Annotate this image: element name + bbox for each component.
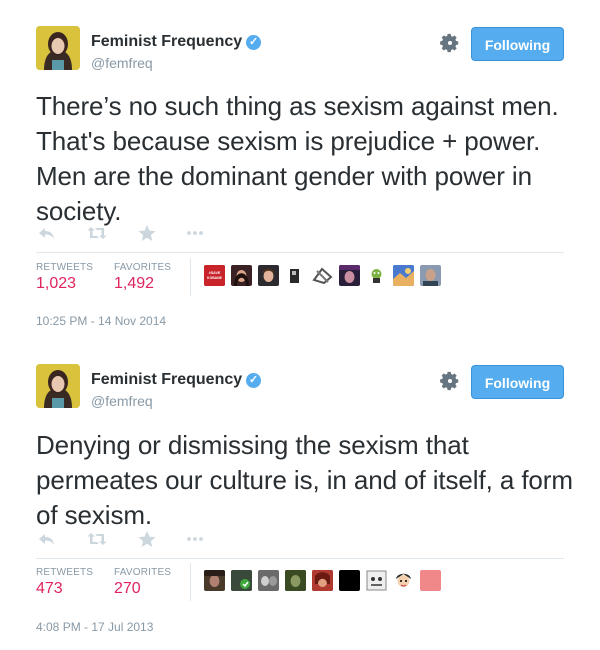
stats-separator xyxy=(190,258,191,296)
favorites-count[interactable]: 270 xyxy=(114,580,141,598)
avatar[interactable] xyxy=(36,26,80,70)
save-kobane-text-1: #SAVE xyxy=(209,271,221,275)
favoriter-avatar[interactable] xyxy=(420,570,441,591)
favoriter-avatar[interactable] xyxy=(285,570,306,591)
favorites-label: FAVORITES xyxy=(114,567,172,578)
favoriter-avatar[interactable] xyxy=(258,570,279,591)
verified-badge-icon: ✓ xyxy=(246,373,262,388)
favoriter-avatar[interactable]: #SAVE KOBANE xyxy=(204,265,225,286)
username[interactable]: @femfreq xyxy=(91,393,153,409)
display-name-text[interactable]: Feminist Frequency xyxy=(91,33,242,50)
favoriter-avatar[interactable] xyxy=(366,265,387,286)
timestamp[interactable]: 4:08 PM - 17 Jul 2013 xyxy=(36,620,153,634)
favoriter-avatar[interactable] xyxy=(339,570,360,591)
following-button[interactable]: Following xyxy=(471,365,564,399)
username[interactable]: @femfreq xyxy=(91,55,153,71)
display-name[interactable]: Feminist Frequency ✓ xyxy=(91,371,262,389)
retweets-label: RETWEETS xyxy=(36,262,94,273)
favoriter-avatar[interactable] xyxy=(312,265,333,286)
star-icon[interactable] xyxy=(136,223,158,243)
favoriter-avatar[interactable] xyxy=(231,570,252,591)
favoriter-avatar[interactable] xyxy=(393,570,414,591)
timestamp[interactable]: 10:25 PM - 14 Nov 2014 xyxy=(36,314,166,328)
favoriter-avatar[interactable] xyxy=(258,265,279,286)
favoriter-avatar[interactable] xyxy=(285,265,306,286)
verified-badge-icon: ✓ xyxy=(246,35,262,50)
favoriter-avatar[interactable] xyxy=(312,570,333,591)
gear-icon[interactable] xyxy=(439,370,461,392)
display-name-text[interactable]: Feminist Frequency xyxy=(91,371,242,388)
save-kobane-badge: #SAVE KOBANE xyxy=(204,265,225,286)
reply-icon[interactable] xyxy=(36,529,58,549)
retweet-icon[interactable] xyxy=(86,223,108,243)
retweets-count[interactable]: 473 xyxy=(36,580,63,598)
tweet-text: Denying or dismissing the sexism that pe… xyxy=(36,430,573,530)
display-name[interactable]: Feminist Frequency ✓ xyxy=(91,33,262,51)
save-kobane-text-2: KOBANE xyxy=(207,276,222,280)
favoriter-avatar[interactable] xyxy=(420,265,441,286)
star-icon[interactable] xyxy=(136,529,158,549)
following-button[interactable]: Following xyxy=(471,27,564,61)
favoriter-avatar[interactable] xyxy=(339,265,360,286)
avatar[interactable] xyxy=(36,364,80,408)
favoriter-avatar[interactable] xyxy=(231,265,252,286)
more-icon[interactable] xyxy=(184,223,206,243)
tweet-text: There’s no such thing as sexism against … xyxy=(36,91,559,226)
divider xyxy=(36,252,564,253)
favoriter-avatar[interactable] xyxy=(393,265,414,286)
favoriter-avatar[interactable] xyxy=(204,570,225,591)
favorites-count[interactable]: 1,492 xyxy=(114,275,154,293)
favorites-label: FAVORITES xyxy=(114,262,172,273)
reply-icon[interactable] xyxy=(36,223,58,243)
gear-icon[interactable] xyxy=(439,32,461,54)
divider xyxy=(36,558,564,559)
more-icon[interactable] xyxy=(184,529,206,549)
favoriter-avatar[interactable] xyxy=(366,570,387,591)
retweets-count[interactable]: 1,023 xyxy=(36,275,76,293)
retweet-icon[interactable] xyxy=(86,529,108,549)
stats-separator xyxy=(190,563,191,601)
retweets-label: RETWEETS xyxy=(36,567,94,578)
